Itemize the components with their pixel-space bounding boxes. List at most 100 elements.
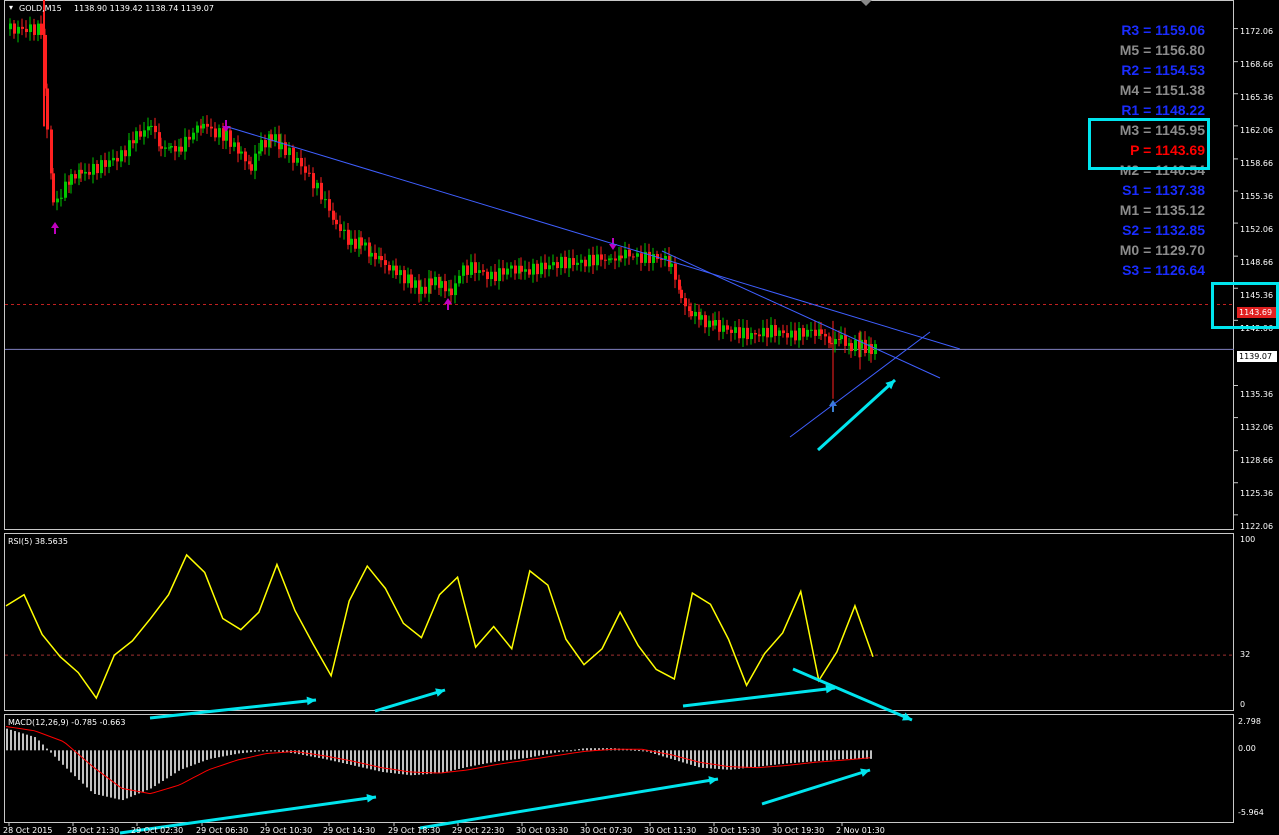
candle-body [56, 198, 59, 203]
price-highlight-box [1211, 282, 1279, 329]
candle-body [202, 123, 205, 129]
macd-histogram-bar [562, 750, 564, 752]
candle-body [46, 88, 49, 130]
pivot-level-s3: S3 = 1126.64 [1122, 262, 1205, 278]
macd-histogram-bar [686, 750, 688, 764]
candle-body [170, 146, 173, 148]
candle-body [774, 325, 777, 336]
candle-body [718, 320, 721, 332]
macd-axis-bottom: -5.964 [1238, 808, 1264, 817]
time-axis-label: 29 Oct 14:30 [323, 826, 376, 835]
pivot-level-r3: R3 = 1159.06 [1121, 22, 1205, 38]
macd-histogram-bar [202, 750, 204, 762]
macd-histogram-bar [722, 750, 724, 770]
time-axis-label: 30 Oct 07:30 [580, 826, 633, 835]
macd-histogram-bar [318, 750, 320, 758]
candle-body [754, 333, 757, 335]
candle-body [870, 344, 873, 355]
candle-body [25, 28, 28, 33]
candle-body [714, 320, 717, 326]
macd-histogram-bar [230, 750, 232, 755]
candle-body [206, 123, 209, 127]
macd-histogram-bar [138, 750, 140, 794]
candle-body [536, 263, 539, 275]
candle-body [482, 270, 485, 272]
fractal-up-arrow [829, 400, 837, 412]
chart-menu-arrow[interactable]: ▾ [9, 3, 13, 12]
candle-body [403, 270, 406, 284]
pivot-level-m0: M0 = 1129.70 [1119, 242, 1205, 258]
macd-histogram-bar [846, 750, 848, 759]
candle-body [92, 163, 95, 175]
macd-histogram-bar [746, 750, 748, 768]
macd-histogram-bar [814, 750, 816, 762]
candle-body [414, 280, 417, 288]
macd-histogram-bar [478, 750, 480, 765]
candle-body [407, 274, 410, 284]
macd-histogram-bar [750, 750, 752, 768]
candle-body [470, 262, 473, 275]
candle-body [458, 275, 461, 284]
candle-body [380, 256, 383, 261]
macd-histogram-bar [174, 750, 176, 774]
macd-histogram-bar [834, 750, 836, 760]
candle-body [798, 328, 801, 341]
candle-body [726, 325, 729, 330]
candle-body [514, 265, 517, 274]
macd-histogram-bar [634, 749, 636, 751]
candle-body [304, 166, 307, 173]
candle-body [29, 24, 32, 33]
candle-body [388, 265, 391, 271]
macd-histogram-bar [190, 750, 192, 766]
candle-body [335, 219, 338, 225]
candle-body [572, 258, 575, 265]
pivot-level-m1: M1 = 1135.12 [1119, 202, 1205, 218]
macd-histogram-bar [822, 750, 824, 761]
candle-body [462, 265, 465, 276]
candle-body [532, 263, 535, 275]
macd-histogram-bar [222, 750, 224, 757]
macd-histogram-bar [86, 750, 88, 788]
time-axis-label: 28 Oct 21:30 [67, 826, 120, 835]
macd-histogram-bar [10, 729, 12, 751]
macd-histogram-bar [710, 750, 712, 769]
macd-histogram-bar [594, 748, 596, 751]
macd-histogram-bar [514, 750, 516, 760]
candle-body [360, 237, 363, 246]
candle-body [237, 142, 240, 154]
candle-body [37, 23, 40, 35]
candle-body [604, 259, 607, 261]
candle-body [240, 151, 243, 154]
macd-histogram-bar [502, 750, 504, 761]
macd-histogram-bar [542, 750, 544, 755]
trendline-upper [227, 126, 961, 350]
macd-histogram-bar [58, 750, 60, 761]
macd-histogram-bar [158, 750, 160, 784]
macd-pane-frame [4, 714, 1234, 823]
macd-histogram-bar [42, 744, 44, 751]
symbol-label: GOLD,M15 [19, 4, 62, 13]
macd-axis-zero: 0.00 [1238, 744, 1256, 753]
candle-body [13, 23, 16, 34]
candle-body [124, 150, 127, 157]
macd-histogram-bar [578, 749, 580, 751]
candle-body [260, 140, 263, 152]
candle-body [264, 140, 267, 148]
macd-histogram-bar [18, 732, 20, 751]
macd-histogram-bar [810, 750, 812, 762]
macd-histogram-bar [854, 750, 856, 759]
macd-histogram-bar [14, 731, 16, 751]
macd-histogram-bar [470, 750, 472, 767]
candle-body [730, 329, 733, 333]
candle-body [498, 268, 501, 282]
macd-histogram-bar [186, 750, 188, 768]
macd-histogram-bar [546, 750, 548, 755]
candle-body [64, 181, 67, 198]
candle-body [548, 265, 551, 270]
macd-histogram-bar [206, 750, 208, 760]
candle-body [834, 338, 837, 345]
macd-histogram-bar [90, 750, 92, 792]
macd-histogram-bar [270, 750, 272, 752]
macd-histogram-bar [790, 750, 792, 764]
macd-histogram-bar [426, 750, 428, 775]
